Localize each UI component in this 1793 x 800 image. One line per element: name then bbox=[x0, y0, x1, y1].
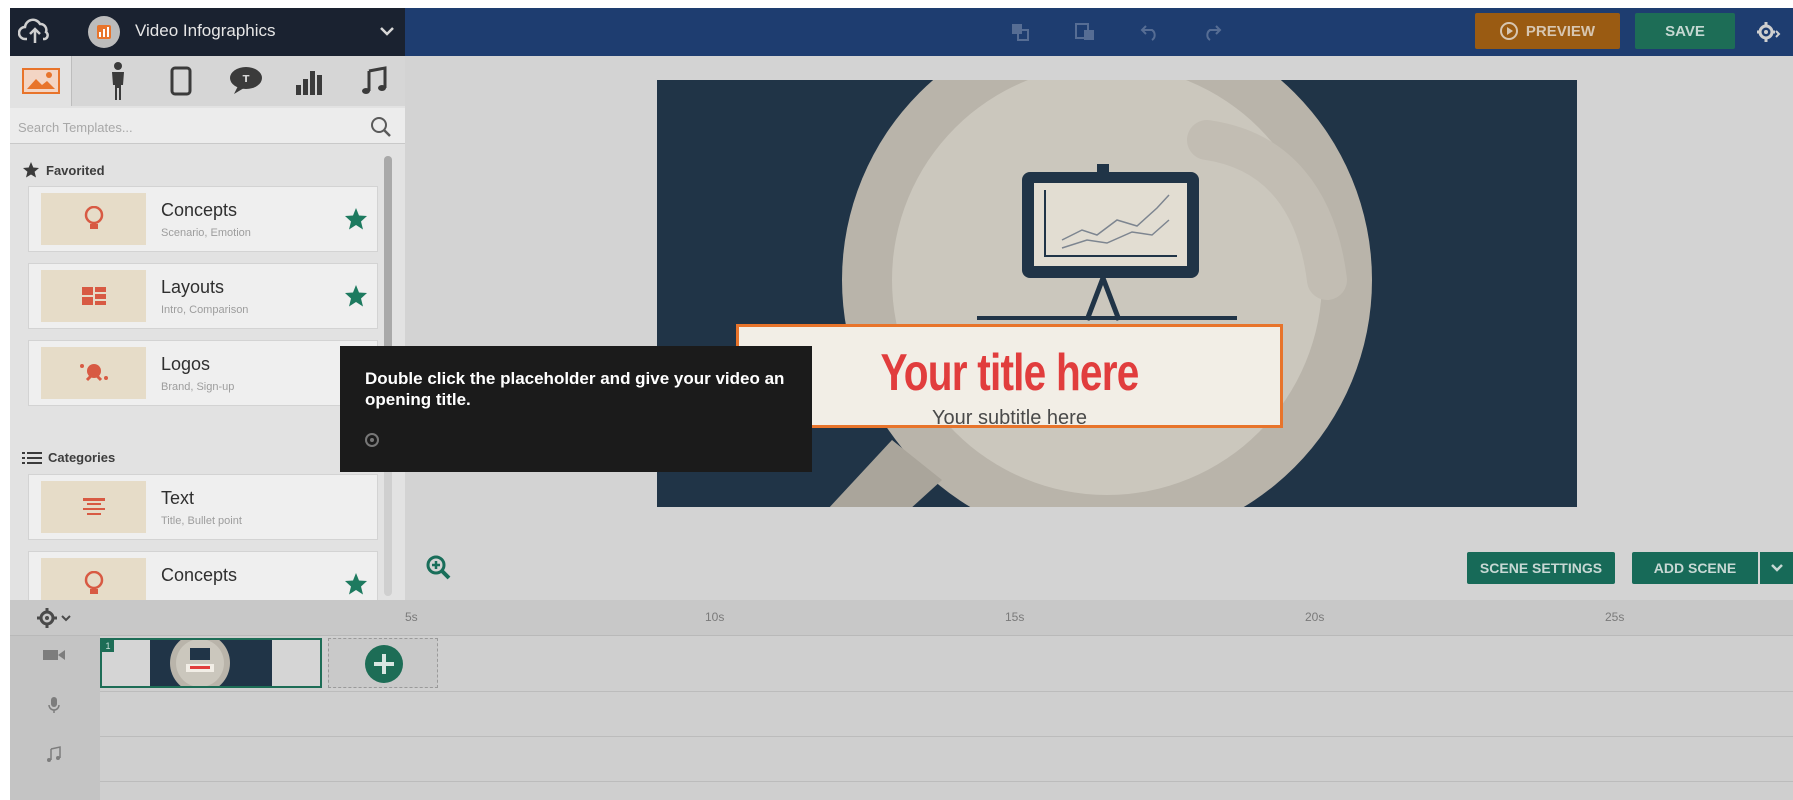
timeline-tick: 25s bbox=[1605, 610, 1625, 624]
text-lines-icon bbox=[82, 498, 105, 515]
logo-icon bbox=[79, 364, 108, 382]
redo-icon[interactable] bbox=[1200, 20, 1224, 44]
add-scene-dropdown[interactable] bbox=[1760, 552, 1793, 584]
timeline-tick: 10s bbox=[705, 610, 725, 624]
timeline-tick: 5s bbox=[405, 610, 418, 624]
preview-button[interactable]: PREVIEW bbox=[1475, 13, 1620, 49]
project-title[interactable]: Video Infographics bbox=[135, 21, 276, 41]
template-subtitle: Title, Bullet point bbox=[161, 515, 242, 527]
copy-icon[interactable] bbox=[1008, 20, 1032, 44]
track-divider bbox=[100, 691, 1793, 692]
tab-music[interactable] bbox=[343, 56, 405, 106]
template-card-text[interactable]: Text Title, Bullet point bbox=[28, 474, 378, 540]
template-card-layouts[interactable]: Layouts Intro, Comparison bbox=[28, 263, 378, 329]
search-icon[interactable] bbox=[370, 116, 392, 138]
preview-label: PREVIEW bbox=[1525, 22, 1596, 40]
template-title: Text bbox=[161, 488, 195, 508]
svg-text:T: T bbox=[243, 74, 250, 85]
timeline-tick: 20s bbox=[1305, 610, 1325, 624]
favorite-star-icon[interactable] bbox=[344, 207, 368, 231]
tab-charts[interactable] bbox=[278, 56, 340, 106]
timeline-tick: 15s bbox=[1005, 610, 1025, 624]
template-search bbox=[10, 108, 405, 144]
character-icon bbox=[112, 62, 124, 100]
app-window: Video Infographics PREVIEW SAVE T Search… bbox=[10, 8, 1793, 800]
timeline: 5s 10s 15s 20s 25s 1 bbox=[10, 600, 1793, 800]
lightbulb-icon bbox=[84, 206, 103, 229]
scene-number: 1 bbox=[102, 640, 114, 652]
scene-clip-1[interactable]: 1 bbox=[100, 638, 322, 688]
tutorial-tooltip: Double click the placeholder and give yo… bbox=[340, 346, 812, 472]
lightbulb-icon bbox=[84, 571, 103, 594]
favorited-label: Favorited bbox=[46, 162, 105, 178]
template-subtitle: Scenario, Emotion bbox=[161, 227, 251, 239]
star-icon bbox=[23, 162, 39, 178]
tab-devices[interactable] bbox=[150, 56, 212, 106]
favorited-header: Favorited bbox=[22, 161, 105, 179]
video-track-icon bbox=[43, 650, 65, 660]
add-scene-slot[interactable] bbox=[328, 638, 438, 688]
template-subtitle: Brand, Sign-up bbox=[161, 381, 235, 393]
template-title: Concepts bbox=[161, 565, 238, 585]
play-icon bbox=[1499, 22, 1518, 40]
favorite-star-icon[interactable] bbox=[344, 284, 368, 308]
search-input[interactable] bbox=[18, 116, 358, 138]
template-subtitle: Intro, Comparison bbox=[161, 304, 249, 316]
template-thumbnail bbox=[41, 270, 146, 322]
zoom-in-icon[interactable] bbox=[425, 554, 451, 580]
timeline-ruler: 5s 10s 15s 20s 25s bbox=[10, 600, 1793, 636]
template-title: Logos bbox=[161, 354, 211, 374]
scene-title: Your title here bbox=[880, 344, 1139, 402]
scene-settings-button[interactable]: SCENE SETTINGS bbox=[1467, 552, 1615, 584]
add-scene-button[interactable]: ADD SCENE bbox=[1632, 552, 1758, 584]
scene-subtitle: Your subtitle here bbox=[932, 407, 1087, 428]
timeline-tracks: 1 bbox=[10, 636, 1793, 800]
track-labels bbox=[10, 636, 100, 800]
template-thumbnail bbox=[41, 347, 146, 399]
favorite-star-icon[interactable] bbox=[344, 572, 368, 596]
gear-icon[interactable] bbox=[1755, 19, 1781, 45]
title-placeholder[interactable]: Your title here Your subtitle here bbox=[736, 324, 1283, 428]
tab-images[interactable] bbox=[10, 56, 72, 106]
tooltip-step-indicator[interactable] bbox=[365, 433, 379, 447]
list-icon bbox=[22, 451, 42, 464]
chevron-down-icon[interactable] bbox=[378, 22, 396, 40]
layout-icon bbox=[81, 287, 106, 305]
tab-speech-bubbles[interactable]: T bbox=[215, 56, 277, 106]
chevron-down-icon bbox=[1770, 564, 1783, 572]
microphone-icon bbox=[48, 697, 60, 713]
template-card-logos[interactable]: Logos Brand, Sign-up bbox=[28, 340, 378, 406]
library-category-tabs: T bbox=[10, 56, 405, 106]
gear-icon[interactable] bbox=[36, 607, 74, 629]
track-divider bbox=[100, 736, 1793, 737]
speech-bubble-icon: T bbox=[230, 67, 262, 94]
template-title: Layouts bbox=[161, 277, 225, 297]
cloud-upload-icon[interactable] bbox=[18, 16, 52, 46]
template-title: Concepts bbox=[161, 200, 238, 220]
categories-header: Categories bbox=[22, 450, 115, 465]
categories-label: Categories bbox=[48, 450, 116, 465]
music-icon bbox=[362, 66, 387, 94]
tab-characters[interactable] bbox=[87, 56, 149, 106]
image-icon bbox=[21, 68, 60, 94]
top-bar: Video Infographics PREVIEW SAVE bbox=[10, 8, 1793, 56]
music-icon bbox=[47, 746, 61, 762]
project-chart-badge bbox=[88, 16, 120, 48]
tooltip-text: Double click the placeholder and give yo… bbox=[365, 369, 785, 409]
save-button[interactable]: SAVE bbox=[1635, 13, 1735, 49]
undo-icon[interactable] bbox=[1138, 20, 1162, 44]
scene-thumbnail bbox=[150, 640, 272, 686]
template-card-concepts[interactable]: Concepts Scenario, Emotion bbox=[28, 186, 378, 252]
paste-icon[interactable] bbox=[1073, 20, 1097, 44]
library-scrollbar-thumb[interactable] bbox=[384, 156, 392, 356]
chart-icon bbox=[296, 71, 322, 95]
chart-icon bbox=[97, 25, 111, 39]
template-thumbnail bbox=[41, 193, 146, 245]
template-thumbnail bbox=[41, 481, 146, 533]
device-icon bbox=[170, 66, 192, 96]
plus-icon[interactable] bbox=[364, 644, 404, 684]
track-divider bbox=[100, 781, 1793, 782]
template-library-panel: T Search Templates... Favorited Concepts… bbox=[10, 56, 405, 617]
